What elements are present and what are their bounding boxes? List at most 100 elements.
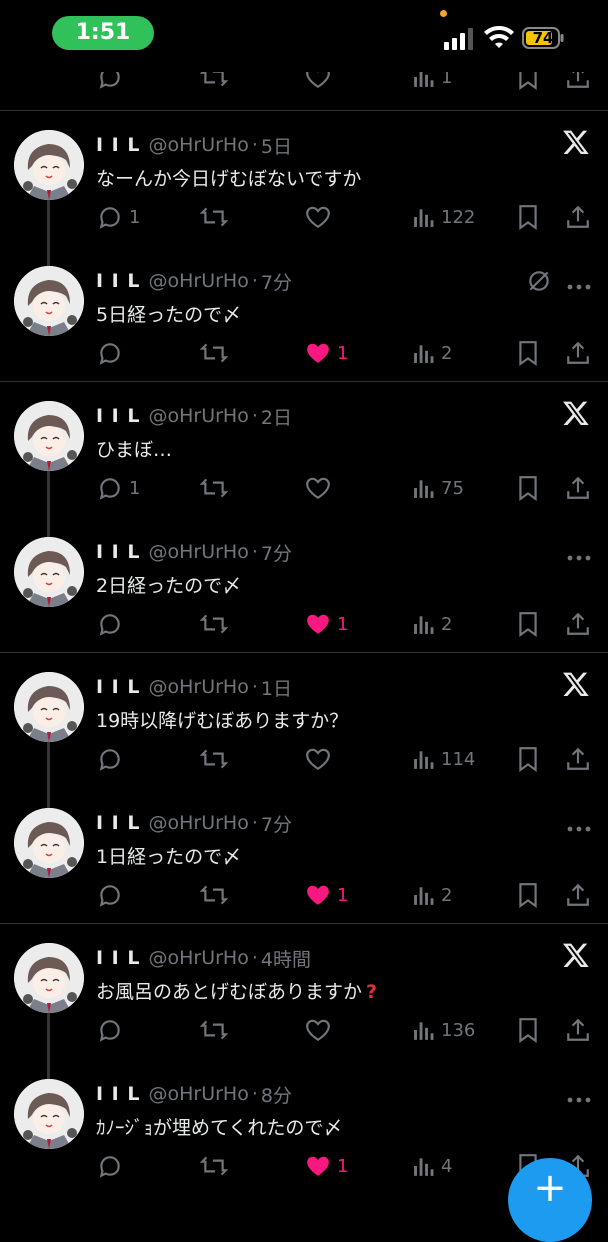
x-logo-icon[interactable]: [562, 941, 590, 969]
retweet-button[interactable]: [200, 202, 228, 232]
handle[interactable]: @oHrUrHo: [148, 541, 248, 563]
share-button[interactable]: [565, 202, 591, 232]
retweet-button[interactable]: [200, 609, 228, 639]
views-button[interactable]: 2: [413, 609, 452, 639]
share-button[interactable]: [565, 338, 591, 368]
views-button[interactable]: 114: [413, 744, 475, 774]
share-button[interactable]: [565, 473, 591, 503]
avatar[interactable]: [14, 401, 84, 471]
handle[interactable]: @oHrUrHo: [148, 947, 248, 969]
retweet-button[interactable]: [200, 1151, 228, 1181]
retweet-button[interactable]: [200, 338, 228, 368]
share-button[interactable]: [565, 744, 591, 774]
bookmark-button[interactable]: [517, 744, 539, 774]
tweet[interactable]: I I L @oHrUrHo · 2日 ひまぼ… 1 75: [0, 391, 608, 527]
share-button[interactable]: [565, 609, 591, 639]
views-button[interactable]: 75: [413, 473, 464, 503]
display-name[interactable]: I I L: [96, 541, 140, 563]
compose-button[interactable]: +: [508, 1158, 592, 1242]
tweet[interactable]: I I L @oHrUrHo · 7分 5日経ったので〆 1 2: [0, 256, 608, 392]
timestamp[interactable]: 8分: [261, 1081, 292, 1108]
avatar[interactable]: [14, 266, 84, 336]
views-button[interactable]: 4: [413, 1151, 452, 1181]
retweet-button[interactable]: [200, 880, 228, 910]
avatar[interactable]: [14, 672, 84, 742]
more-icon[interactable]: [566, 1089, 592, 1103]
display-name[interactable]: I I L: [96, 676, 140, 698]
like-button[interactable]: [305, 744, 331, 774]
timestamp[interactable]: 7分: [261, 268, 292, 295]
more-icon[interactable]: [566, 547, 592, 561]
avatar[interactable]: [14, 808, 84, 878]
retweet-button[interactable]: [200, 744, 228, 774]
like-button[interactable]: 1: [305, 1151, 348, 1181]
bookmark-button[interactable]: [517, 473, 539, 503]
reply-button[interactable]: [97, 1015, 123, 1045]
handle[interactable]: @oHrUrHo: [148, 676, 248, 698]
status-time[interactable]: 1:51: [52, 16, 154, 50]
reply-button[interactable]: [97, 338, 123, 368]
tweet[interactable]: I I L @oHrUrHo · 4時間 お風呂のあとげむぼありますか? 136: [0, 933, 608, 1069]
avatar[interactable]: [14, 130, 84, 200]
retweet-button[interactable]: [200, 473, 228, 503]
more-icon[interactable]: [566, 818, 592, 832]
views-button[interactable]: 136: [413, 1015, 475, 1045]
display-name[interactable]: I I L: [96, 270, 140, 292]
retweet-button[interactable]: [200, 1015, 228, 1045]
share-button[interactable]: [565, 880, 591, 910]
display-name[interactable]: I I L: [96, 812, 140, 834]
tweet[interactable]: I I L @oHrUrHo · 7分 2日経ったので〆 1 2: [0, 527, 608, 663]
avatar[interactable]: [14, 537, 84, 607]
display-name[interactable]: I I L: [96, 1083, 140, 1105]
timestamp[interactable]: 1日: [261, 674, 292, 701]
like-button[interactable]: [305, 202, 331, 232]
views-button[interactable]: 122: [413, 202, 475, 232]
avatar[interactable]: [14, 1079, 84, 1149]
bookmark-button[interactable]: [517, 880, 539, 910]
bookmark-button[interactable]: [517, 609, 539, 639]
bookmark-button[interactable]: [517, 202, 539, 232]
tweet[interactable]: I I L @oHrUrHo · 5日 なーんか今日げむぼないですか 1 122: [0, 120, 608, 256]
timestamp[interactable]: 5日: [261, 132, 292, 159]
tweet-text: 19時以降げむぼありますか？: [96, 710, 349, 732]
more-icon[interactable]: [566, 276, 592, 290]
reply-button[interactable]: [97, 880, 123, 910]
handle[interactable]: @oHrUrHo: [148, 405, 248, 427]
avatar[interactable]: [14, 943, 84, 1013]
display-name[interactable]: I I L: [96, 405, 140, 427]
x-logo-icon[interactable]: [562, 399, 590, 427]
timestamp[interactable]: 4時間: [261, 945, 311, 972]
like-count: 1: [337, 613, 349, 635]
reply-button[interactable]: [97, 744, 123, 774]
handle[interactable]: @oHrUrHo: [148, 1083, 248, 1105]
display-name[interactable]: I I L: [96, 947, 140, 969]
bookmark-button[interactable]: [517, 1015, 539, 1045]
handle[interactable]: @oHrUrHo: [148, 270, 248, 292]
reply-button[interactable]: [97, 1151, 123, 1181]
timestamp[interactable]: 2日: [261, 403, 292, 430]
reply-button[interactable]: 1: [97, 202, 140, 232]
hidden-icon[interactable]: [526, 268, 552, 294]
views-count: 2: [441, 342, 453, 364]
tweet[interactable]: I I L @oHrUrHo · 1日 19時以降げむぼありますか？ 114: [0, 662, 608, 798]
like-button[interactable]: [305, 473, 331, 503]
share-button[interactable]: [565, 1015, 591, 1045]
like-button[interactable]: 1: [305, 880, 348, 910]
handle[interactable]: @oHrUrHo: [148, 812, 248, 834]
like-button[interactable]: 1: [305, 609, 348, 639]
display-name[interactable]: I I L: [96, 134, 140, 156]
bookmark-button[interactable]: [517, 338, 539, 368]
x-logo-icon[interactable]: [562, 128, 590, 156]
x-logo-icon[interactable]: [562, 670, 590, 698]
views-button[interactable]: 2: [413, 338, 452, 368]
reply-button[interactable]: [97, 609, 123, 639]
like-button[interactable]: [305, 1015, 331, 1045]
tweet[interactable]: I I L @oHrUrHo · 7分 1日経ったので〆 1 2: [0, 798, 608, 934]
views-button[interactable]: 2: [413, 880, 452, 910]
timestamp[interactable]: 7分: [261, 810, 292, 837]
reply-button[interactable]: 1: [97, 473, 140, 503]
like-button[interactable]: 1: [305, 338, 348, 368]
timestamp[interactable]: 7分: [261, 539, 292, 566]
handle[interactable]: @oHrUrHo: [148, 134, 248, 156]
tweet-text: 1日経ったので〆: [96, 846, 242, 868]
